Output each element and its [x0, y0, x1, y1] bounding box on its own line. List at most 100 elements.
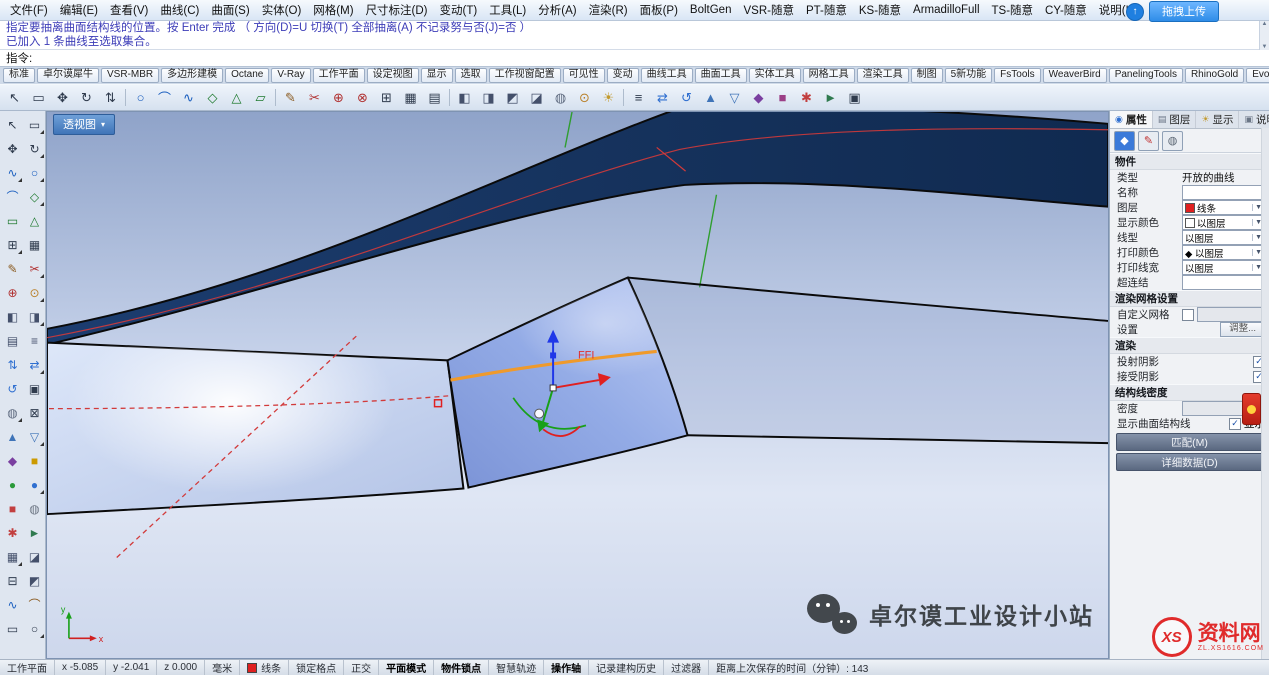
- left-tool-icon[interactable]: ▭: [1, 209, 24, 232]
- gumball-z-scale-handle[interactable]: [550, 352, 556, 358]
- panel-toolbar-icon[interactable]: ✎: [1138, 131, 1159, 151]
- viewport-3d[interactable]: 透视图 ▾: [46, 111, 1109, 659]
- toolbar-tab[interactable]: V-Ray: [271, 68, 310, 83]
- panel-toolbar-icon[interactable]: ◆: [1114, 131, 1135, 151]
- left-tool-icon[interactable]: ↖: [1, 113, 24, 136]
- toolbar-icon[interactable]: ↖: [3, 86, 26, 109]
- left-tool-icon[interactable]: ↺: [1, 377, 24, 400]
- toolbar-tab[interactable]: 曲线工具: [641, 68, 693, 83]
- toolbar-tab[interactable]: 渲染工具: [857, 68, 909, 83]
- toolbar-tab[interactable]: 曲面工具: [695, 68, 747, 83]
- toolbar-icon[interactable]: ▲: [699, 86, 722, 109]
- menu-item[interactable]: PT-随意: [800, 1, 853, 19]
- menu-item[interactable]: 渲染(R): [583, 1, 634, 19]
- toolbar-icon[interactable]: ☀: [597, 86, 620, 109]
- gumball-origin-handle[interactable]: [550, 385, 556, 391]
- status-toggle[interactable]: 操作轴: [544, 660, 589, 675]
- toolbar-tab[interactable]: 显示: [421, 68, 453, 83]
- toolbar-tab[interactable]: 制图: [911, 68, 943, 83]
- toolbar-icon[interactable]: ○: [129, 86, 152, 109]
- menu-item[interactable]: 文件(F): [4, 1, 54, 19]
- toolbar-icon[interactable]: △: [225, 86, 248, 109]
- left-tool-icon[interactable]: ⇅: [1, 353, 24, 376]
- toolbar-icon[interactable]: [273, 87, 278, 108]
- details-button[interactable]: 详细数据(D): [1116, 453, 1263, 471]
- panel-scrollbar[interactable]: [1261, 128, 1269, 659]
- left-tool-icon[interactable]: ≡: [23, 329, 46, 352]
- status-toggle[interactable]: 记录建构历史: [589, 660, 664, 675]
- left-tool-icon[interactable]: ◨: [23, 305, 46, 328]
- menu-item[interactable]: 工具(L): [483, 1, 532, 19]
- left-tool-icon[interactable]: ▤: [1, 329, 24, 352]
- toolbar-icon[interactable]: ⊙: [573, 86, 596, 109]
- toolbar-tab[interactable]: 工作视窗配置: [489, 68, 561, 83]
- left-tool-icon[interactable]: ✥: [1, 137, 24, 160]
- toolbar-icon[interactable]: [447, 87, 452, 108]
- toolbar-icon[interactable]: ▱: [249, 86, 272, 109]
- toolbar-icon[interactable]: ↺: [675, 86, 698, 109]
- toolbar-icon[interactable]: ✥: [51, 86, 74, 109]
- toolbar-icon[interactable]: ⇄: [651, 86, 674, 109]
- toolbar-tab[interactable]: RhinoGold: [1185, 68, 1244, 83]
- left-tool-icon[interactable]: ●: [1, 473, 24, 496]
- menu-item[interactable]: 尺寸标注(D): [360, 1, 434, 19]
- left-tool-icon[interactable]: ⊞: [1, 233, 24, 256]
- status-toggle[interactable]: 物件锁点: [434, 660, 489, 675]
- toolbar-icon[interactable]: ◪: [525, 86, 548, 109]
- upload-button[interactable]: ↑ 拖拽上传: [1126, 1, 1219, 22]
- left-tool-icon[interactable]: ⊠: [23, 401, 46, 424]
- current-layer[interactable]: 线条: [240, 660, 289, 675]
- menu-item[interactable]: 实体(O): [256, 1, 308, 19]
- toolbar-icon[interactable]: ⊗: [351, 86, 374, 109]
- left-tool-icon[interactable]: ▣: [23, 377, 46, 400]
- toolbar-tab[interactable]: WeaverBird: [1043, 68, 1107, 83]
- toolbar-tab[interactable]: 实体工具: [749, 68, 801, 83]
- left-tool-icon[interactable]: ▽: [23, 425, 46, 448]
- linetype-dropdown[interactable]: 以图层 ▼: [1182, 230, 1265, 245]
- toolbar-icon[interactable]: ✂: [303, 86, 326, 109]
- panel-tab[interactable]: ▣ 说明: [1239, 111, 1269, 128]
- left-tool-icon[interactable]: ⊟: [1, 569, 24, 592]
- toolbar-icon[interactable]: ◆: [747, 86, 770, 109]
- left-tool-icon[interactable]: ✎: [1, 257, 24, 280]
- toolbar-tab[interactable]: FsTools: [994, 68, 1040, 83]
- left-tool-icon[interactable]: ◍: [23, 497, 46, 520]
- menu-item[interactable]: BoltGen: [684, 3, 738, 17]
- name-input[interactable]: [1182, 185, 1265, 200]
- viewport-title-tab[interactable]: 透视图 ▾: [53, 114, 115, 135]
- left-tool-icon[interactable]: ◇: [23, 185, 46, 208]
- toolbar-icon[interactable]: ◨: [477, 86, 500, 109]
- match-button[interactable]: 匹配(M): [1116, 433, 1263, 451]
- toolbar-tab[interactable]: 设定视图: [367, 68, 419, 83]
- menu-item[interactable]: 分析(A): [532, 1, 582, 19]
- toolbar-tab[interactable]: 5新功能: [945, 68, 993, 83]
- display-color-dropdown[interactable]: 以图层 ▼: [1182, 215, 1265, 230]
- left-tool-icon[interactable]: ⊕: [1, 281, 24, 304]
- left-tool-icon[interactable]: ■: [23, 449, 46, 472]
- toolbar-icon[interactable]: ∿: [177, 86, 200, 109]
- left-tool-icon[interactable]: ○: [23, 617, 46, 640]
- left-tool-icon[interactable]: ◩: [23, 569, 46, 592]
- toolbar-icon[interactable]: ≡: [627, 86, 650, 109]
- print-width-dropdown[interactable]: 以图层 ▼: [1182, 260, 1265, 275]
- toolbar-tab[interactable]: 网格工具: [803, 68, 855, 83]
- status-toggle[interactable]: 智慧轨迹: [489, 660, 544, 675]
- panel-tab[interactable]: ▤ 图层: [1153, 111, 1197, 128]
- status-toggle[interactable]: 锁定格点: [289, 660, 344, 675]
- scroll-down-icon[interactable]: ▼: [1262, 44, 1268, 50]
- left-tool-icon[interactable]: ✂: [23, 257, 46, 280]
- left-tool-icon[interactable]: ■: [1, 497, 24, 520]
- left-tool-icon[interactable]: ∿: [1, 593, 24, 616]
- menu-item[interactable]: 曲线(C): [154, 1, 205, 19]
- hyperlink-input[interactable]: [1182, 275, 1265, 290]
- panel-toolbar-icon[interactable]: ◍: [1162, 131, 1183, 151]
- panel-tab[interactable]: ☀ 显示: [1196, 111, 1239, 128]
- menu-item[interactable]: TS-随意: [986, 1, 1040, 19]
- print-color-dropdown[interactable]: ◆ 以图层 ▼: [1182, 245, 1265, 260]
- toolbar-icon[interactable]: ✱: [795, 86, 818, 109]
- toolbar-icon[interactable]: ■: [771, 86, 794, 109]
- status-toggle[interactable]: 平面模式: [379, 660, 434, 675]
- adjust-button[interactable]: 调整...: [1220, 322, 1265, 337]
- scroll-up-icon[interactable]: ▲: [1262, 21, 1268, 27]
- toolbar-icon[interactable]: ◍: [549, 86, 572, 109]
